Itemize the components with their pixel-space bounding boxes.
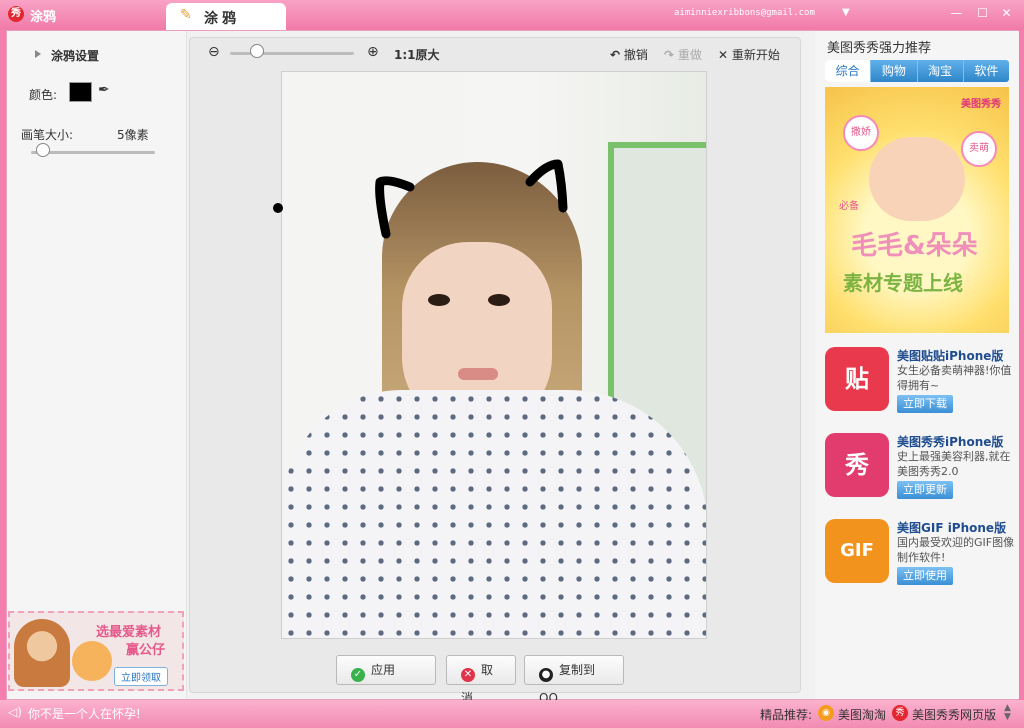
zoom-out-icon[interactable]: ⊖ xyxy=(208,44,220,60)
tab-taobao[interactable]: 淘宝 xyxy=(916,60,963,82)
brush-color-swatch[interactable] xyxy=(69,82,92,102)
tab-doodle-label: 涂鸦 xyxy=(204,11,240,27)
cancel-button[interactable]: ✕ 取消 xyxy=(446,655,516,705)
undo-button[interactable]: ↶ 撤销 xyxy=(610,46,648,63)
close-icon: ✕ xyxy=(718,48,729,62)
eyedropper-icon[interactable]: ✒ xyxy=(98,82,110,98)
promo-banner[interactable]: 美图秀秀 撒娇 卖萌 必备 毛毛&朵朵 素材专题上线 xyxy=(825,87,1009,333)
copy-to-qq-button[interactable]: ● 复制到QQ xyxy=(524,655,624,705)
promo-desc: 国内最受欢迎的GIF图像制作软件! xyxy=(897,536,1015,564)
canvas-area: ⊖ ⊕ 1:1原大 ↶ 撤销 ↷ 重做 ✕ 重新开始 ✓ 应用 ✕ 取消 ● 复… xyxy=(189,37,801,705)
scroll-arrows-icon[interactable]: ▲ ▼ xyxy=(1004,704,1011,722)
collapse-arrow-icon[interactable] xyxy=(35,50,41,58)
redo-icon: ↷ xyxy=(664,48,675,62)
meitu-web-icon: 秀 xyxy=(892,705,908,721)
status-message[interactable]: 你不是一个人在怀孕! xyxy=(28,705,141,722)
check-icon: ✓ xyxy=(351,668,365,682)
tab-shopping[interactable]: 购物 xyxy=(870,60,916,82)
close-button[interactable]: ✕ xyxy=(1000,7,1013,20)
promo-item: 秀 美图秀秀iPhone版 史上最强美容利器,就在美图秀秀2.0 立即更新 xyxy=(825,433,1015,507)
redo-label: 重做 xyxy=(677,48,702,62)
banner-tag: 撒娇 xyxy=(843,115,879,151)
minimize-button[interactable]: — xyxy=(950,7,963,20)
canvas-toolbar: ⊖ ⊕ 1:1原大 ↶ 撤销 ↷ 重做 ✕ 重新开始 xyxy=(190,38,800,68)
ad-cat-image xyxy=(72,641,112,681)
meitu-web-link[interactable]: 美图秀秀网页版 xyxy=(912,706,996,723)
promo-item: 贴 美图贴贴iPhone版 女生必备卖萌神器!你值得拥有~ 立即下载 xyxy=(825,347,1015,421)
brush-size-label: 画笔大小: xyxy=(21,128,74,142)
banner-brand: 美图秀秀 xyxy=(961,99,1001,110)
restart-button[interactable]: ✕ 重新开始 xyxy=(718,46,780,63)
ad-model-image xyxy=(14,619,70,687)
promo-ad[interactable]: 选最爱素材 赢公仔 立即领取 xyxy=(8,611,184,691)
promo-name[interactable]: 美图贴贴iPhone版 xyxy=(897,347,1003,364)
redo-button[interactable]: ↷ 重做 xyxy=(664,46,702,63)
doodle-strokes xyxy=(375,159,568,239)
brush-size-slider-knob[interactable] xyxy=(36,143,50,157)
cancel-icon: ✕ xyxy=(461,668,475,682)
ad-claim-button[interactable]: 立即领取 xyxy=(114,667,168,686)
title-bar: 秀 涂鸦 ✎ 涂鸦 aiminniexribbons@gmail.com ▼ —… xyxy=(0,0,1024,30)
promo-name[interactable]: 美图秀秀iPhone版 xyxy=(897,433,1003,450)
maximize-button[interactable]: ☐ xyxy=(976,7,989,20)
promo-item: GIF 美图GIF iPhone版 国内最受欢迎的GIF图像制作软件! 立即使用 xyxy=(825,519,1015,593)
taotao-link[interactable]: 美图淘淘 xyxy=(838,706,886,723)
banner-tag: 必备 xyxy=(839,201,859,212)
speaker-icon[interactable]: ◁) xyxy=(8,705,22,719)
brush-size-value: 5像素 xyxy=(117,128,149,142)
promo-desc: 史上最强美容利器,就在美图秀秀2.0 xyxy=(897,450,1011,478)
promo-desc: 女生必备卖萌神器!你值得拥有~ xyxy=(897,364,1012,392)
tab-software[interactable]: 软件 xyxy=(962,60,1009,82)
settings-title[interactable]: 涂鸦设置 xyxy=(51,47,99,64)
taotao-icon: ◉ xyxy=(818,705,834,721)
actual-size-button[interactable]: 1:1原大 xyxy=(394,46,440,63)
app-logo-icon: 秀 xyxy=(8,6,24,22)
apply-label: 应用 xyxy=(371,663,396,677)
banner-headline: 毛毛&朵朵 xyxy=(851,231,978,261)
recommend-title: 美图秀秀强力推荐 xyxy=(827,41,932,56)
promo-name[interactable]: 美图GIF iPhone版 xyxy=(897,519,1006,536)
tab-all[interactable]: 综合 xyxy=(825,60,871,82)
account-email[interactable]: aiminniexribbons@gmail.com xyxy=(674,8,815,18)
status-bar: ◁) 你不是一个人在怀孕! 精品推荐: ◉ 美图淘淘 秀 美图秀秀网页版 ▲ ▼ xyxy=(0,700,1024,728)
settings-panel: 涂鸦设置 颜色: ✒ 画笔大小: 5像素 选最爱素材 赢公仔 立即领取 xyxy=(7,31,187,699)
ad-subline: 赢公仔 xyxy=(126,643,166,658)
restart-label: 重新开始 xyxy=(731,48,780,62)
undo-label: 撤销 xyxy=(623,48,648,62)
color-label: 颜色: xyxy=(29,88,58,102)
banner-tag: 卖萌 xyxy=(961,131,997,167)
tab-doodle[interactable]: ✎ 涂鸦 xyxy=(166,3,286,30)
zoom-slider[interactable] xyxy=(230,52,354,55)
tietie-app-icon[interactable]: 贴 xyxy=(825,347,889,411)
qq-penguin-icon: ● xyxy=(539,668,553,682)
use-now-button[interactable]: 立即使用 xyxy=(897,567,953,585)
brush-cursor-icon xyxy=(273,203,283,213)
zoom-in-icon[interactable]: ⊕ xyxy=(367,44,379,60)
undo-icon: ↶ xyxy=(610,48,621,62)
pencil-icon: ✎ xyxy=(180,7,192,23)
meitu-app-icon[interactable]: 秀 xyxy=(825,433,889,497)
banner-characters-image xyxy=(869,137,965,221)
chevron-down-icon[interactable]: ▼ xyxy=(842,7,850,18)
gif-app-icon[interactable]: GIF xyxy=(825,519,889,583)
banner-subline: 素材专题上线 xyxy=(843,271,963,295)
ad-headline: 选最爱素材 xyxy=(96,625,162,640)
zoom-slider-knob[interactable] xyxy=(250,44,264,58)
app-title: 涂鸦 xyxy=(30,10,57,25)
update-button[interactable]: 立即更新 xyxy=(897,481,953,499)
download-button[interactable]: 立即下载 xyxy=(897,395,953,413)
apply-button[interactable]: ✓ 应用 xyxy=(336,655,436,685)
recommend-tabs: 综合 购物 淘宝 软件 xyxy=(825,60,1009,82)
main-frame: 涂鸦设置 颜色: ✒ 画笔大小: 5像素 选最爱素材 赢公仔 立即领取 ⊖ ⊕ … xyxy=(6,30,1019,705)
photo-canvas[interactable] xyxy=(281,71,707,639)
recommend-label: 精品推荐: xyxy=(760,708,813,722)
recommend-panel: 美图秀秀强力推荐 综合 购物 淘宝 软件 美图秀秀 撒娇 卖萌 必备 毛毛&朵朵… xyxy=(815,31,1019,699)
